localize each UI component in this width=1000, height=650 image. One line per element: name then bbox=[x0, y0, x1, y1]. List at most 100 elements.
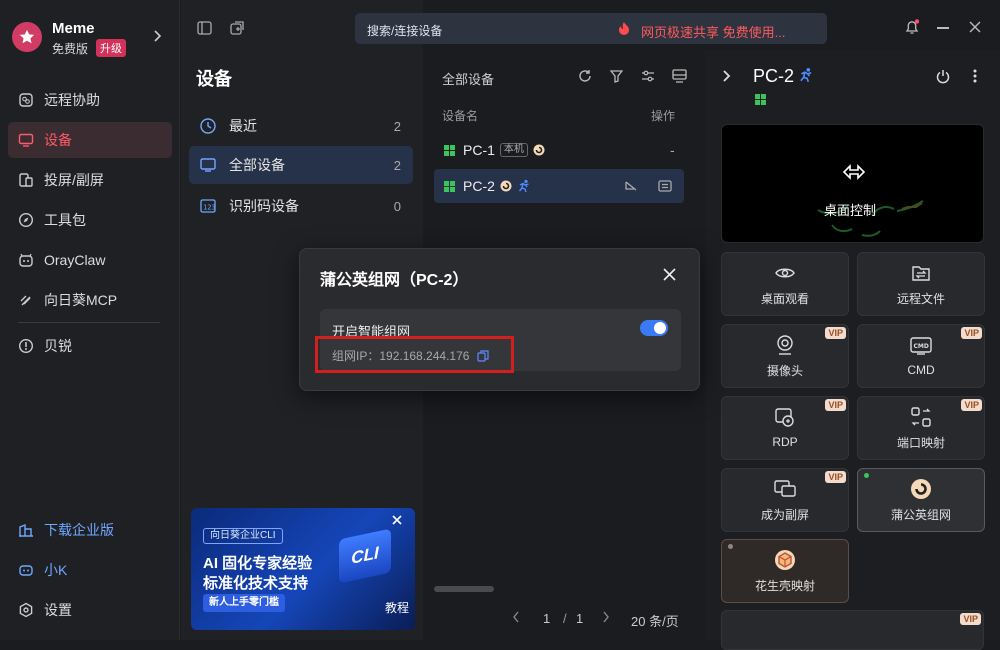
page-size-select[interactable]: 20 条/页 bbox=[631, 611, 679, 630]
second-screen-icon bbox=[774, 478, 796, 500]
device-name: PC-1 bbox=[463, 142, 495, 158]
close-icon[interactable] bbox=[391, 514, 403, 526]
ad-tutorial[interactable]: 教程 bbox=[385, 599, 409, 616]
screenshare-action-icon[interactable] bbox=[624, 180, 638, 192]
sidebar-item-label: 小K bbox=[44, 562, 68, 578]
sidebar-item-label: 设置 bbox=[44, 602, 72, 618]
ad-cta[interactable]: 新人上手零门槛 bbox=[203, 594, 285, 612]
sidebar-settings[interactable]: 设置 bbox=[8, 592, 172, 628]
tile-port-mapping[interactable]: VIP 端口映射 bbox=[857, 396, 985, 460]
device-name: PC-2 bbox=[463, 178, 495, 194]
filter-count: 2 bbox=[393, 157, 401, 173]
pgy-status-icon bbox=[500, 180, 512, 192]
tile-label: CMD bbox=[907, 363, 935, 377]
filter-count: 2 bbox=[393, 118, 401, 134]
plan-label: 免费版 bbox=[52, 42, 89, 56]
sidebar-item-remote-assist[interactable]: 远程协助 bbox=[8, 82, 172, 118]
collapse-chevron-icon[interactable] bbox=[722, 69, 732, 83]
filter-all-devices[interactable]: 全部设备 2 bbox=[189, 146, 413, 184]
sort-icon[interactable] bbox=[641, 69, 655, 83]
sidebar-item-screencast[interactable]: 投屏/副屏 bbox=[8, 162, 172, 198]
tile-more[interactable]: VIP bbox=[721, 610, 984, 650]
sidebar-item-label: 投屏/副屏 bbox=[44, 172, 104, 188]
sidebar-item-toolkit[interactable]: 工具包 bbox=[8, 202, 172, 238]
more-icon[interactable] bbox=[973, 69, 977, 83]
runner-icon bbox=[517, 179, 531, 193]
column-action-header: 操作 bbox=[651, 109, 676, 123]
tile-rdp[interactable]: VIP RDP bbox=[721, 396, 849, 460]
view-toggle-icon[interactable] bbox=[672, 69, 687, 83]
folder-transfer-icon bbox=[910, 262, 932, 284]
search-bar[interactable]: 搜索/连接设备 网页极速共享 免费使用... bbox=[355, 13, 827, 44]
power-icon[interactable] bbox=[936, 69, 950, 84]
page-title: 设备 bbox=[196, 69, 232, 89]
device-row-pc2[interactable]: PC-2 bbox=[434, 169, 684, 203]
ad-line1: AI 固化专家经验 bbox=[203, 555, 313, 572]
ad-badge: 向日葵企业CLI bbox=[203, 528, 283, 544]
remote-assist-icon bbox=[18, 92, 34, 108]
new-window-icon[interactable] bbox=[230, 21, 245, 35]
tile-pgy-network[interactable]: 蒲公英组网 bbox=[857, 468, 985, 532]
monitor-icon bbox=[199, 156, 217, 174]
sidebar-item-label: 设备 bbox=[44, 132, 72, 148]
remote-action-icon[interactable] bbox=[658, 180, 672, 192]
device-row-pc1[interactable]: PC-1 本机 - bbox=[434, 133, 684, 167]
terminal-icon: CMD bbox=[910, 335, 932, 357]
refresh-icon[interactable] bbox=[578, 69, 592, 83]
bell-icon[interactable] bbox=[905, 19, 919, 35]
filter-recent[interactable]: 最近 2 bbox=[189, 107, 413, 145]
cube-icon bbox=[774, 549, 796, 571]
dialog-title: 蒲公英组网（PC-2） bbox=[320, 272, 469, 289]
close-icon[interactable] bbox=[663, 268, 676, 281]
id-code-icon: 123 bbox=[199, 197, 217, 215]
status-dot bbox=[728, 544, 733, 549]
sidebar-item-mcp[interactable]: 向日葵MCP bbox=[8, 282, 172, 318]
local-tag: 本机 bbox=[499, 143, 528, 157]
beirui-icon bbox=[18, 338, 34, 354]
chevron-right-icon[interactable] bbox=[152, 29, 164, 43]
tile-oray-mapping[interactable]: 花生壳映射 bbox=[721, 539, 849, 603]
promo-text[interactable]: 网页极速共享 免费使用... bbox=[641, 22, 785, 41]
smart-network-toggle[interactable] bbox=[640, 320, 668, 336]
user-name[interactable]: Meme bbox=[52, 20, 95, 37]
horizontal-scrollbar[interactable] bbox=[434, 586, 494, 592]
minimize-icon[interactable] bbox=[937, 27, 949, 29]
next-page-icon[interactable] bbox=[602, 611, 610, 623]
prev-page-icon[interactable] bbox=[512, 611, 520, 623]
desktop-thumbnail bbox=[722, 125, 983, 242]
desktop-control-card[interactable]: 桌面控制 bbox=[721, 124, 984, 243]
avatar[interactable] bbox=[12, 22, 42, 52]
mcp-icon bbox=[18, 292, 34, 308]
sidebar-item-orayclaw[interactable]: OrayClaw bbox=[8, 242, 172, 278]
sidebar-item-label: 工具包 bbox=[44, 212, 86, 228]
tile-label: 端口映射 bbox=[896, 435, 945, 450]
sidebar: Meme 免费版 升级 远程协助 设备 投屏/副屏 工具包 OrayClaw 向… bbox=[0, 0, 180, 640]
sidebar-item-label: 下载企业版 bbox=[44, 522, 114, 538]
page-current[interactable]: 1 bbox=[543, 611, 550, 626]
sidebar-toggle-icon[interactable] bbox=[197, 21, 212, 35]
detail-title: PC-2 bbox=[753, 66, 795, 86]
ad-banner[interactable]: 向日葵企业CLI AI 固化专家经验 标准化技术支持 新人上手零门槛 CLI 教… bbox=[191, 508, 415, 630]
sidebar-download-enterprise[interactable]: 下载企业版 bbox=[8, 512, 172, 548]
screencast-icon bbox=[18, 172, 34, 188]
filter-icon[interactable] bbox=[610, 69, 623, 83]
robot-icon bbox=[18, 562, 34, 578]
close-window-icon[interactable] bbox=[969, 21, 981, 33]
pgy-status-icon bbox=[533, 144, 545, 156]
sidebar-xiaok[interactable]: 小K bbox=[8, 552, 172, 588]
divider bbox=[18, 322, 160, 323]
sidebar-item-beirui[interactable]: 贝锐 bbox=[8, 328, 172, 364]
sidebar-item-devices[interactable]: 设备 bbox=[8, 122, 172, 158]
vip-badge: VIP bbox=[825, 471, 846, 483]
vip-badge: VIP bbox=[825, 327, 846, 339]
tile-cmd[interactable]: VIP CMD CMD bbox=[857, 324, 985, 388]
tile-camera[interactable]: VIP 摄像头 bbox=[721, 324, 849, 388]
online-dot bbox=[864, 473, 869, 478]
tile-second-screen[interactable]: VIP 成为副屏 bbox=[721, 468, 849, 532]
tile-remote-files[interactable]: 远程文件 bbox=[857, 252, 985, 316]
filter-id-devices[interactable]: 123 识别码设备 0 bbox=[189, 187, 413, 225]
tile-desktop-view[interactable]: 桌面观看 bbox=[721, 252, 849, 316]
upgrade-badge[interactable]: 升级 bbox=[96, 39, 126, 57]
tile-label: 蒲公英组网 bbox=[890, 507, 951, 522]
page-total: 1 bbox=[576, 611, 584, 626]
